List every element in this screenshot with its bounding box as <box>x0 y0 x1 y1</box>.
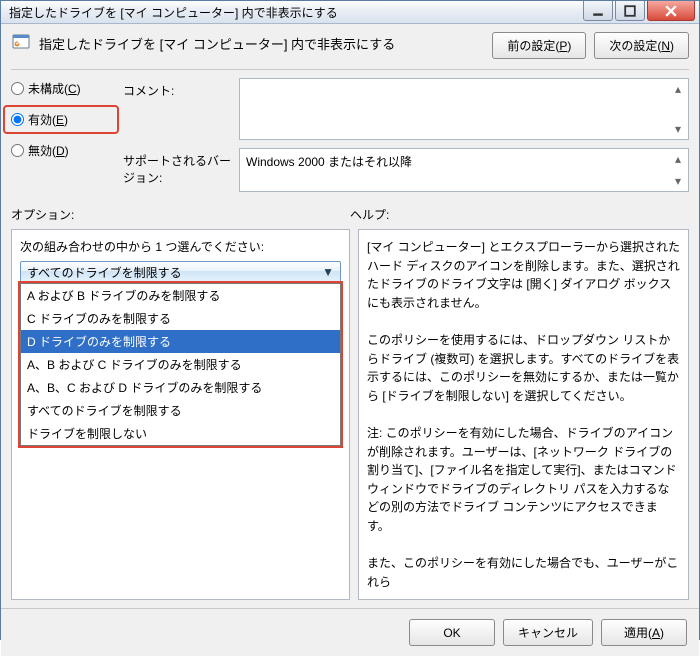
cancel-button[interactable]: キャンセル <box>503 619 593 646</box>
titlebar[interactable]: 指定したドライブを [マイ コンピューター] 内で非表示にする <box>1 1 699 24</box>
drive-dropdown-list[interactable]: A および B ドライブのみを制限するC ドライブのみを制限するD ドライブのみ… <box>20 283 341 446</box>
options-prompt: 次の組み合わせの中から 1 つ選んでください: <box>20 238 341 255</box>
content-area: 指定したドライブを [マイ コンピューター] 内で非表示にする 前の設定(P) … <box>1 24 699 608</box>
page-title: 指定したドライブを [マイ コンピューター] 内で非表示にする <box>39 34 484 53</box>
nav-buttons: 前の設定(P) 次の設定(N) <box>492 32 689 59</box>
options-section-label: オプション: <box>11 206 350 223</box>
comment-textarea[interactable]: ▴ ▾ <box>239 78 689 140</box>
drive-option[interactable]: A および B ドライブのみを制限する <box>21 284 340 307</box>
drive-dropdown: すべてのドライブを制限する ▼ A および B ドライブのみを制限するC ドライ… <box>20 261 341 446</box>
drive-option[interactable]: A、B および C ドライブのみを制限する <box>21 353 340 376</box>
minimize-button[interactable] <box>583 1 613 21</box>
drive-option[interactable]: ドライブを制限しない <box>21 422 340 445</box>
radio-not-configured[interactable]: 未構成(C) <box>11 80 111 97</box>
version-row: サポートされるバージョン: Windows 2000 またはそれ以降 ▴ ▾ <box>123 148 689 192</box>
drive-option[interactable]: A、B、C および D ドライブのみを制限する <box>21 376 340 399</box>
version-value: Windows 2000 またはそれ以降 <box>246 155 412 169</box>
drive-option[interactable]: C ドライブのみを制限する <box>21 307 340 330</box>
dialog-footer: OK キャンセル 適用(A) <box>1 608 699 656</box>
radio-enabled-input[interactable] <box>11 113 24 126</box>
scroll-up-icon[interactable]: ▴ <box>670 81 686 97</box>
policy-icon <box>11 32 31 52</box>
help-text: [マイ コンピューター] とエクスプローラーから選択されたハード ディスクのアイ… <box>367 238 680 591</box>
radio-disabled-input[interactable] <box>11 144 24 157</box>
version-label: サポートされるバージョン: <box>123 148 233 186</box>
help-panel: [マイ コンピューター] とエクスプローラーから選択されたハード ディスクのアイ… <box>358 229 689 600</box>
apply-button[interactable]: 適用(A) <box>601 619 687 646</box>
drive-dropdown-button[interactable]: すべてのドライブを制限する ▼ <box>20 261 341 283</box>
window-controls <box>581 1 695 23</box>
chevron-down-icon: ▼ <box>322 265 334 279</box>
dialog-window: 指定したドライブを [マイ コンピューター] 内で非表示にする 指定したドライブ… <box>0 0 700 640</box>
radio-enabled[interactable]: 有効(E) <box>3 105 119 134</box>
scroll-down-icon[interactable]: ▾ <box>670 173 686 189</box>
divider <box>11 69 689 70</box>
scroll-up-icon[interactable]: ▴ <box>670 151 686 167</box>
version-box: Windows 2000 またはそれ以降 ▴ ▾ <box>239 148 689 192</box>
comment-row: コメント: ▴ ▾ <box>123 78 689 140</box>
radio-not-configured-input[interactable] <box>11 82 24 95</box>
help-section-label: ヘルプ: <box>350 206 389 223</box>
panels: 次の組み合わせの中から 1 つ選んでください: すべてのドライブを制限する ▼ … <box>11 229 689 600</box>
config-row: 未構成(C) 有効(E) 無効(D) コメント: ▴ ▾ <box>11 78 689 192</box>
ok-button[interactable]: OK <box>409 619 495 646</box>
section-labels: オプション: ヘルプ: <box>11 206 689 223</box>
drive-dropdown-selected: すべてのドライブを制限する <box>27 264 182 281</box>
drive-option[interactable]: D ドライブのみを制限する <box>21 330 340 353</box>
close-button[interactable] <box>647 1 695 21</box>
maximize-button[interactable] <box>615 1 645 21</box>
radio-disabled[interactable]: 無効(D) <box>11 142 111 159</box>
comment-label: コメント: <box>123 78 233 99</box>
titlebar-text: 指定したドライブを [マイ コンピューター] 内で非表示にする <box>1 4 581 21</box>
drive-option[interactable]: すべてのドライブを制限する <box>21 399 340 422</box>
header-row: 指定したドライブを [マイ コンピューター] 内で非表示にする 前の設定(P) … <box>11 32 689 59</box>
prev-setting-button[interactable]: 前の設定(P) <box>492 32 586 59</box>
state-radios: 未構成(C) 有効(E) 無効(D) <box>11 78 111 192</box>
right-column: コメント: ▴ ▾ サポートされるバージョン: Windows 2000 または… <box>123 78 689 192</box>
options-panel: 次の組み合わせの中から 1 つ選んでください: すべてのドライブを制限する ▼ … <box>11 229 350 600</box>
next-setting-button[interactable]: 次の設定(N) <box>594 32 689 59</box>
scroll-down-icon[interactable]: ▾ <box>670 121 686 137</box>
